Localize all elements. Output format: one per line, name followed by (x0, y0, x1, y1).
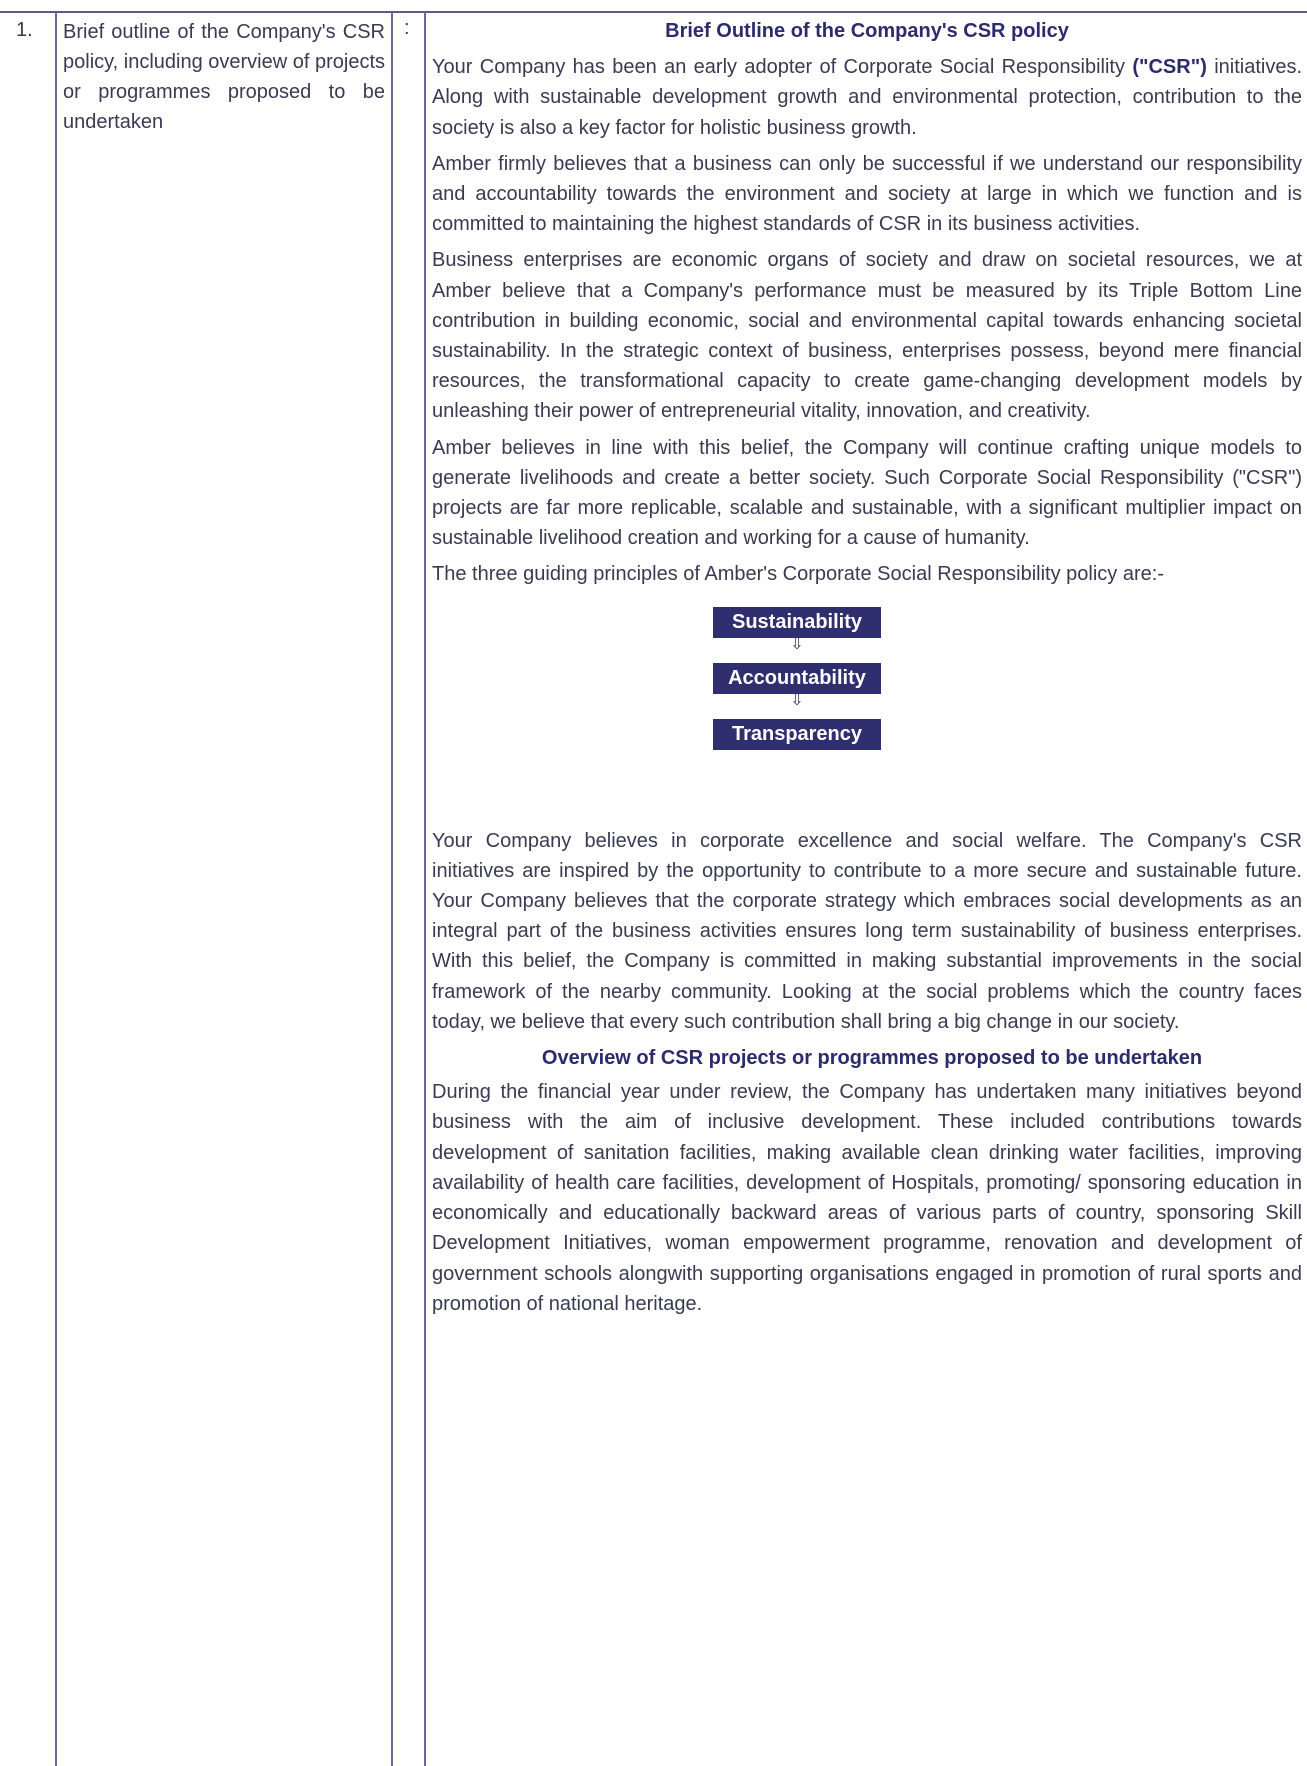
paragraph-principles-intro: The three guiding principles of Amber's … (432, 563, 1164, 586)
intro-text: Your Company has been an early adopter o… (432, 56, 1125, 79)
principle-box-transparency: Transparency (713, 718, 881, 750)
principles-flow: Sustainability ⇩ Accountability ⇩ Transp… (432, 596, 1302, 826)
down-arrow-icon: ⇩ (790, 691, 804, 709)
section-subheading: Overview of CSR projects or programmes p… (541, 1047, 1203, 1070)
row-label: Brief outline of the Company's CSR polic… (63, 21, 386, 133)
paragraph-enterprises: Business enterprises are economic organs… (432, 249, 1302, 423)
row-number: 1. (16, 19, 33, 41)
paragraph-belief: Amber believes in line with this belief,… (432, 436, 1302, 550)
row-content: Brief Outline of the Company's CSR polic… (432, 16, 1302, 1325)
paragraph-overview: During the financial year under review, … (432, 1081, 1302, 1315)
csr-abbreviation: ("CSR") (1132, 56, 1207, 79)
table-top-border (0, 11, 1307, 13)
down-arrow-icon: ⇩ (790, 635, 804, 653)
paragraph-excellence: Your Company believes in corporate excel… (432, 829, 1302, 1033)
column-divider (424, 12, 426, 1766)
column-divider (55, 12, 57, 1766)
section-heading: Brief Outline of the Company's CSR polic… (665, 20, 1069, 42)
paragraph-intro: Your Company has been an early adopter o… (432, 52, 1302, 143)
paragraph-responsibility: Amber firmly believes that a business ca… (432, 152, 1302, 236)
column-divider (391, 12, 393, 1766)
principle-box-sustainability: Sustainability (713, 606, 881, 638)
principle-box-accountability: Accountability (713, 662, 881, 694)
separator: : (404, 17, 410, 39)
